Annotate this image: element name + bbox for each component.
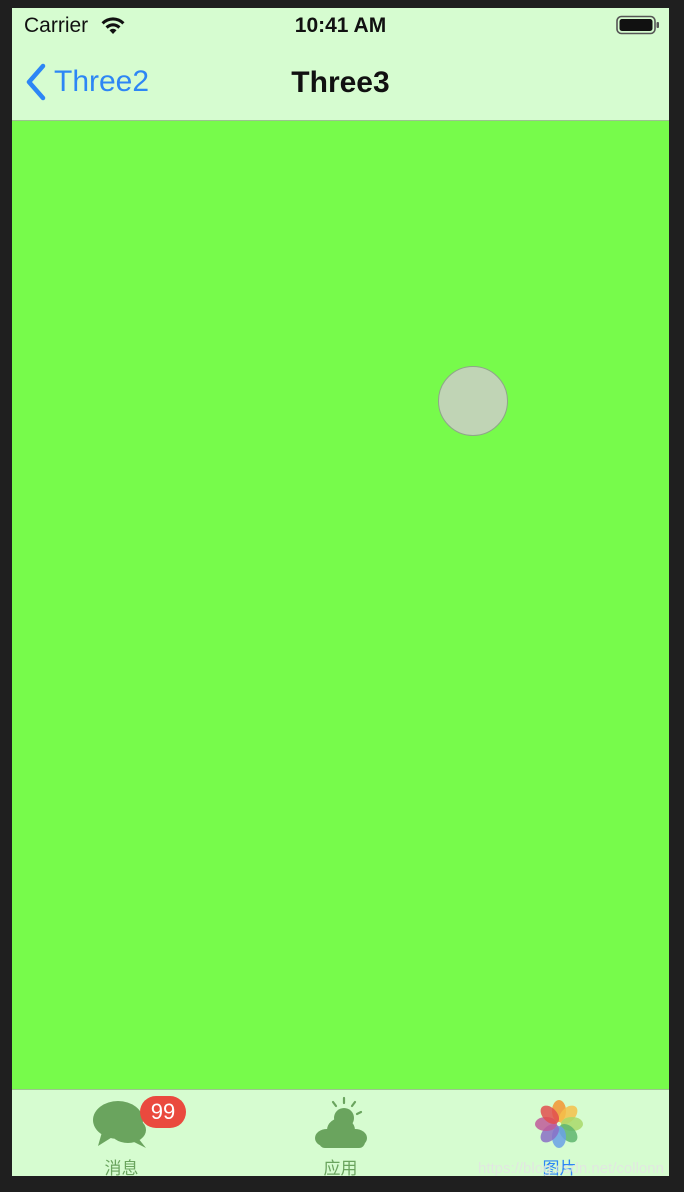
cloud-sun-icon: [315, 1096, 367, 1148]
tab-messages-label: 消息: [104, 1159, 139, 1176]
status-bar: Carrier 10:41 AM: [12, 8, 669, 48]
navigation-bar: Three2 Three3: [12, 48, 669, 121]
tab-apps[interactable]: 应用: [231, 1090, 450, 1176]
clock-time: 10:41 AM: [294, 14, 387, 37]
watermark-text: https://blog.csdn.net/collonn: [478, 1160, 664, 1177]
battery-icon: [616, 15, 659, 35]
page-title: Three3: [291, 66, 390, 99]
draggable-circle[interactable]: [438, 366, 508, 436]
tab-apps-label: 应用: [323, 1159, 358, 1176]
unread-badge: 99: [140, 1096, 186, 1128]
content-area: [12, 121, 669, 1089]
photos-flower-icon: [535, 1100, 583, 1148]
tab-messages[interactable]: 99 消息: [12, 1090, 231, 1176]
phone-screen: Carrier 10:41 AM Three2 Three3 99 消息 应用 …: [12, 8, 669, 1176]
